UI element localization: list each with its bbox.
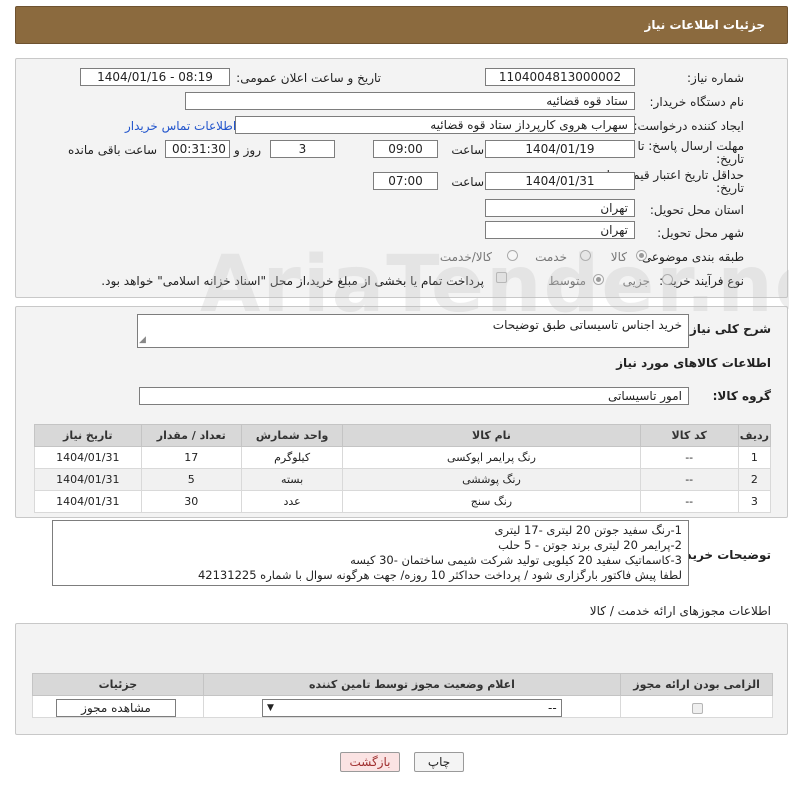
days-remaining-field: 3 xyxy=(270,140,335,158)
need-date-cell: 1404/01/31 xyxy=(34,490,142,513)
need-description-field: خرید اجناس تاسیساتی طبق توضیحات xyxy=(137,314,689,348)
announce-label: تاریخ و ساعت اعلان عمومی: xyxy=(236,71,381,85)
item-name-cell: رنگ پرایمر اپوکسی xyxy=(342,446,641,469)
row-number-cell: 3 xyxy=(737,490,772,513)
page-header: جزئیات اطلاعات نیاز xyxy=(15,6,788,44)
time-remaining-label: ساعت باقی مانده xyxy=(67,143,157,157)
process-minor-radio[interactable] xyxy=(662,274,673,285)
col-unit: واحد شمارش xyxy=(240,424,344,447)
quantity-cell: 5 xyxy=(140,468,242,491)
buyer-notes-line: 2-پرایمر 20 لیتری برند جوتن - 5 حلب xyxy=(498,538,682,552)
city-field: تهران xyxy=(485,221,635,239)
category-label: طبقه بندی موضوعی: xyxy=(637,250,744,264)
validity-date-label: تاریخ: xyxy=(716,181,744,195)
table-row: 1 -- رنگ پرایمر اپوکسی کیلوگرم 17 1404/0… xyxy=(34,446,772,469)
need-date-cell: 1404/01/31 xyxy=(34,446,142,469)
buyer-contact-link[interactable]: اطلاعات تماس خریدار xyxy=(125,119,236,133)
view-permit-button[interactable]: مشاهده مجوز xyxy=(56,699,176,717)
days-label: روز و xyxy=(234,143,261,157)
table-row: 2 -- رنگ پوششی بسته 5 1404/01/31 xyxy=(34,468,772,491)
col-row-number: ردیف xyxy=(737,424,772,447)
buyer-notes-line: 1-رنگ سفید جوتن 20 لیتری -17 لیتری xyxy=(494,523,682,537)
unit-cell: کیلوگرم xyxy=(240,446,344,469)
permits-title: اطلاعات مجوزهای ارائه خدمت / کالا xyxy=(589,604,771,618)
deadline-label: مهلت ارسال پاسخ: تا xyxy=(637,139,744,153)
items-table: ردیف کد کالا نام کالا واحد شمارش تعداد /… xyxy=(34,424,772,513)
unit-cell: بسته xyxy=(240,468,344,491)
goods-info-title: اطلاعات کالاهای مورد نیاز xyxy=(616,356,771,370)
item-name-cell: رنگ پوششی xyxy=(342,468,641,491)
deadline-time-field: 09:00 xyxy=(373,140,438,158)
back-button[interactable]: بازگشت xyxy=(340,752,400,772)
print-button[interactable]: چاپ xyxy=(414,752,464,772)
row-number-cell: 2 xyxy=(737,468,772,491)
buyer-notes-line: لطفا پیش فاکتور بارگزاری شود / پرداخت حد… xyxy=(197,568,682,582)
validity-date-field: 1404/01/31 xyxy=(485,172,635,190)
page-title: جزئیات اطلاعات نیاز xyxy=(644,18,765,32)
quantity-cell: 17 xyxy=(140,446,242,469)
announce-field: 1404/01/16 - 08:19 xyxy=(80,68,230,86)
treasury-payment-note: پرداخت تمام یا بخشی از مبلغ خرید،از محل … xyxy=(101,274,484,288)
need-description-label: شرح کلی نیاز: xyxy=(685,322,771,336)
col-quantity: تعداد / مقدار xyxy=(140,424,242,447)
process-medium-label: متوسط xyxy=(548,274,586,288)
resize-grip-icon[interactable]: ◢ xyxy=(139,335,146,345)
chevron-down-icon: ▼ xyxy=(267,703,274,713)
time-remaining-field: 00:31:30 xyxy=(165,140,230,158)
deadline-date-label: تاریخ: xyxy=(716,152,744,166)
deadline-hour-label: ساعت xyxy=(451,143,484,157)
category-goods-label: کالا xyxy=(610,250,627,264)
table-row: 3 -- رنگ سنج عدد 30 1404/01/31 xyxy=(34,490,772,513)
need-number-field: 1104004813000002 xyxy=(485,68,635,86)
creator-field: سهراب هروی کارپرداز ستاد قوه قضائیه xyxy=(235,116,635,134)
unit-cell: عدد xyxy=(240,490,344,513)
treasury-payment-checkbox[interactable] xyxy=(496,272,507,283)
row-number-cell: 1 xyxy=(737,446,772,469)
col-permit-status: اعلام وضعیت مجوز توسط تامین کننده xyxy=(202,673,622,696)
buyer-notes-field: 1-رنگ سفید جوتن 20 لیتری -17 لیتری 2-پرا… xyxy=(52,520,689,586)
item-code-cell: -- xyxy=(639,446,739,469)
col-permit-required: الزامی بودن ارائه مجوز xyxy=(620,673,773,696)
permit-status-value: -- xyxy=(548,701,557,715)
category-goods-service-radio[interactable] xyxy=(507,250,518,261)
item-name-cell: رنگ سنج xyxy=(342,490,641,513)
validity-time-field: 07:00 xyxy=(373,172,438,190)
item-code-cell: -- xyxy=(639,490,739,513)
deadline-date-field: 1404/01/19 xyxy=(485,140,635,158)
buyer-org-field: ستاد قوه قضائیه xyxy=(185,92,635,110)
province-field: تهران xyxy=(485,199,635,217)
category-goods-service-label: کالا/خدمت xyxy=(439,250,492,264)
item-code-cell: -- xyxy=(639,468,739,491)
city-label: شهر محل تحویل: xyxy=(657,226,744,240)
quantity-cell: 30 xyxy=(140,490,242,513)
category-goods-radio[interactable] xyxy=(636,250,647,261)
category-service-label: خدمت xyxy=(535,250,567,264)
goods-group-field: امور تاسیساتی xyxy=(139,387,689,405)
need-date-cell: 1404/01/31 xyxy=(34,468,142,491)
permit-required-checkbox xyxy=(692,703,703,714)
goods-group-label: گروه کالا: xyxy=(712,389,771,403)
validity-hour-label: ساعت xyxy=(451,175,484,189)
category-service-radio[interactable] xyxy=(580,250,591,261)
col-item-name: نام کالا xyxy=(342,424,641,447)
col-need-date: تاریخ نیاز xyxy=(34,424,142,447)
col-permit-details: جزئیات xyxy=(32,673,204,696)
process-minor-label: جزیی xyxy=(622,274,650,288)
creator-label: ایجاد کننده درخواست: xyxy=(633,119,744,133)
need-number-label: شماره نیاز: xyxy=(687,71,744,85)
buyer-org-label: نام دستگاه خریدار: xyxy=(649,95,745,109)
process-medium-radio[interactable] xyxy=(593,274,604,285)
buyer-notes-line: 3-کاسماتیک سفید 20 کیلویی تولید شرکت شیم… xyxy=(350,553,682,567)
col-item-code: کد کالا xyxy=(639,424,739,447)
province-label: استان محل تحویل: xyxy=(649,203,744,217)
permit-status-select[interactable]: -- ▼ xyxy=(262,699,562,717)
